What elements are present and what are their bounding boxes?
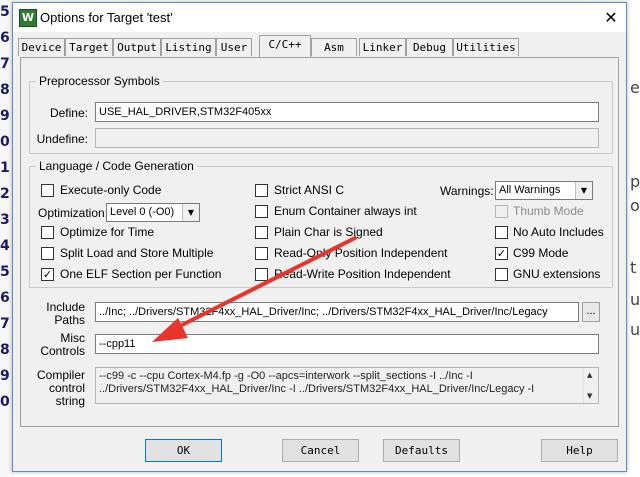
chevron-down-icon: ▼ <box>182 204 199 221</box>
undefine-label: Undefine: <box>36 132 88 146</box>
cancel-button[interactable]: Cancel <box>282 439 359 462</box>
gutter-digit: 2 <box>0 186 10 202</box>
execute-only-checkbox[interactable] <box>41 184 54 197</box>
thumb-mode-checkbox[interactable] <box>495 205 508 218</box>
thumb-mode-label: Thumb Mode <box>513 204 584 218</box>
compiler-control-string[interactable]: --c99 -c --cpu Cortex-M4.fp -g -O0 --apc… <box>95 367 599 404</box>
tab-debug[interactable]: Debug <box>406 38 453 56</box>
gutter-digit: 0 <box>0 394 10 410</box>
compiler-control-label: Compiler control string <box>29 369 85 408</box>
ropi-label: Read-Only Position Independent <box>274 246 448 260</box>
optimization-select[interactable]: Level 0 (-O0) ▼ <box>106 203 200 222</box>
split-load-store-checkbox[interactable] <box>41 247 54 260</box>
compiler-line-2: ../Drivers/STM32F4xx_HAL_Driver/Inc -I .… <box>99 383 535 395</box>
compiler-line-1: --c99 -c --cpu Cortex-M4.fp -g -O0 --apc… <box>99 370 473 382</box>
gutter-digit: 5 <box>0 4 10 20</box>
no-auto-includes-checkbox[interactable] <box>495 226 508 239</box>
gutter-digit: 9 <box>0 108 10 124</box>
optimize-time-checkbox[interactable] <box>41 226 54 239</box>
background-editor-text: e p o t u u <box>626 0 640 477</box>
gutter-digit: 5 <box>0 264 10 280</box>
warnings-select[interactable]: All Warnings ▼ <box>495 181 593 200</box>
execute-only-label: Execute-only Code <box>60 183 162 197</box>
ok-button[interactable]: OK <box>145 439 222 462</box>
gutter-digit: 9 <box>0 368 10 384</box>
tab-asm[interactable]: Asm <box>311 38 357 56</box>
preprocessor-legend: Preprocessor Symbols <box>39 74 160 88</box>
gutter-digit: 4 <box>0 238 10 254</box>
background-char: e <box>630 78 640 97</box>
help-button[interactable]: Help <box>541 439 618 462</box>
define-input[interactable]: USE_HAL_DRIVER,STM32F405xx <box>95 102 599 122</box>
warnings-value: All Warnings <box>499 184 561 196</box>
gutter-digit: 8 <box>0 82 10 98</box>
tab-linker[interactable]: Linker <box>359 38 406 56</box>
tab-content-c-cpp: Preprocessor Symbols Define: USE_HAL_DRI… <box>20 57 619 427</box>
tab-bar: Device Target Output Listing User C/C++ … <box>13 35 626 57</box>
tab-user[interactable]: User <box>216 38 252 56</box>
background-char: u <box>630 320 640 339</box>
background-char: p <box>630 172 640 191</box>
no-auto-includes-label: No Auto Includes <box>513 225 604 239</box>
misc-controls-label: Misc Controls <box>29 332 85 358</box>
define-label: Define: <box>49 106 88 120</box>
gutter-digit: 6 <box>0 30 10 46</box>
tab-utilities[interactable]: Utilities <box>453 38 519 56</box>
gutter-digit: 1 <box>0 160 10 176</box>
rwpi-label: Read-Write Position Independent <box>274 267 451 281</box>
c99-mode-label: C99 Mode <box>513 246 569 260</box>
c99-mode-checkbox[interactable]: ✓ <box>495 247 508 260</box>
one-elf-section-checkbox[interactable]: ✓ <box>41 268 54 281</box>
gutter-digit: 8 <box>0 342 10 358</box>
enum-container-label: Enum Container always int <box>274 204 417 218</box>
include-paths-input[interactable]: ../Inc; ../Drivers/STM32F4xx_HAL_Driver/… <box>95 302 579 322</box>
scroll-up-icon[interactable]: ▲ <box>587 371 592 379</box>
gutter-digit: 7 <box>0 56 10 72</box>
plain-char-signed-label: Plain Char is Signed <box>274 225 383 239</box>
options-dialog: W Options for Target 'test' ✕ Device Tar… <box>12 2 627 472</box>
strict-ansi-label: Strict ANSI C <box>274 183 345 197</box>
scroll-down-icon[interactable]: ▼ <box>587 392 592 400</box>
gutter-digit: 7 <box>0 316 10 332</box>
gnu-extensions-checkbox[interactable] <box>495 268 508 281</box>
rwpi-checkbox[interactable] <box>255 268 268 281</box>
background-char: t <box>630 258 637 277</box>
background-char: o <box>630 196 640 215</box>
misc-controls-input[interactable]: --cpp11 <box>95 334 599 354</box>
misc-label-line2: Controls <box>40 344 85 358</box>
optimization-value: Level 0 (-O0) <box>110 206 175 218</box>
optimize-time-label: Optimize for Time <box>60 225 155 239</box>
optimization-label: Optimization: <box>38 206 109 220</box>
tab-device[interactable]: Device <box>18 38 65 56</box>
warnings-label: Warnings: <box>440 184 494 198</box>
tab-output[interactable]: Output <box>113 38 161 56</box>
gnu-extensions-label: GNU extensions <box>513 267 601 281</box>
enum-container-checkbox[interactable] <box>255 205 268 218</box>
split-load-store-label: Split Load and Store Multiple <box>60 246 214 260</box>
chevron-down-icon: ▼ <box>575 182 592 199</box>
tab-target[interactable]: Target <box>65 38 113 56</box>
undefine-input[interactable] <box>95 128 599 148</box>
plain-char-signed-checkbox[interactable] <box>255 226 268 239</box>
keil-app-icon: W <box>19 9 37 27</box>
compiler-scrollbar[interactable]: ▲ ▼ <box>583 368 598 403</box>
ropi-checkbox[interactable] <box>255 247 268 260</box>
tab-c-cpp[interactable]: C/C++ <box>259 35 311 57</box>
gutter-digit: 3 <box>0 212 10 228</box>
include-paths-browse-button[interactable]: ... <box>582 302 600 322</box>
language-legend: Language / Code Generation <box>39 159 194 173</box>
gutter-digit: 6 <box>0 290 10 306</box>
include-paths-label: Include Paths <box>29 301 85 327</box>
tab-listing[interactable]: Listing <box>161 38 216 56</box>
defaults-button[interactable]: Defaults <box>383 439 460 462</box>
title-bar[interactable]: W Options for Target 'test' ✕ <box>13 3 626 32</box>
include-label-line2: Paths <box>54 313 85 327</box>
one-elf-section-label: One ELF Section per Function <box>60 267 222 281</box>
close-icon[interactable]: ✕ <box>597 3 625 32</box>
compiler-label-line3: string <box>55 394 85 408</box>
background-char: u <box>630 290 640 309</box>
gutter-digit: 0 <box>0 134 10 150</box>
strict-ansi-checkbox[interactable] <box>255 184 268 197</box>
window-title: Options for Target 'test' <box>40 10 173 25</box>
